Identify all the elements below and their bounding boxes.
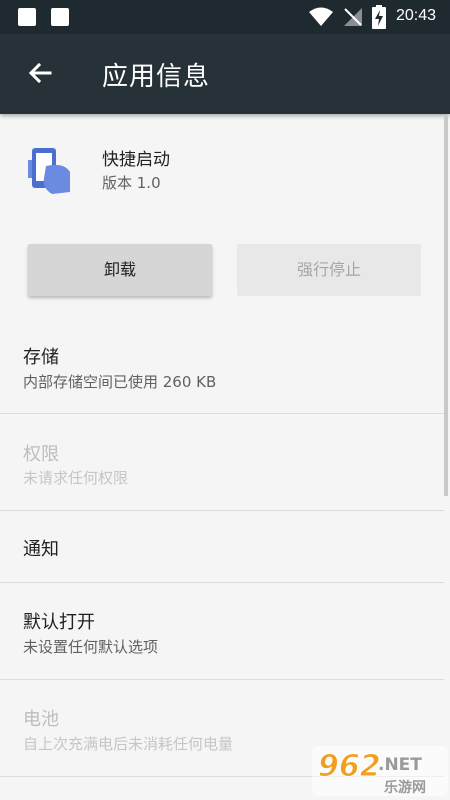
no-signal-icon	[344, 8, 362, 26]
settings-item-notifications[interactable]: 通知	[0, 511, 444, 582]
status-bar: 20:43	[0, 0, 450, 34]
app-name: 快捷启动	[102, 150, 170, 170]
notification-icon	[51, 8, 69, 26]
battery-title: 电池	[23, 709, 59, 730]
app-version: 版本 1.0	[102, 174, 161, 192]
phone-hand-icon	[28, 148, 70, 194]
battery-charging-icon	[372, 5, 386, 29]
scrollbar[interactable]	[444, 116, 448, 496]
watermark-suffix: .NET	[378, 755, 422, 775]
force-stop-button[interactable]: 强行停止	[237, 244, 421, 296]
clock: 20:43	[396, 7, 437, 24]
settings-item-permissions[interactable]: 权限 未请求任何权限	[0, 414, 444, 511]
settings-item-storage[interactable]: 存储 内部存储空间已使用 260 KB	[0, 330, 444, 414]
open-by-default-subtitle: 未设置任何默认选项	[23, 638, 159, 656]
notifications-title: 通知	[23, 539, 59, 560]
battery-subtitle: 自上次充满电后未消耗任何电量	[23, 735, 234, 753]
page-title: 应用信息	[102, 62, 211, 92]
watermark-brand: 962	[318, 749, 381, 784]
wifi-icon	[309, 7, 333, 26]
uninstall-button[interactable]: 卸载	[28, 244, 212, 296]
back-arrow-icon[interactable]	[22, 56, 58, 92]
open-by-default-title: 默认打开	[23, 612, 95, 633]
storage-subtitle: 内部存储空间已使用 260 KB	[23, 373, 217, 391]
site-watermark-logo: 962 .NET 乐游网	[312, 746, 448, 796]
permissions-title: 权限	[23, 444, 59, 465]
watermark-tagline: 乐游网	[384, 779, 426, 796]
storage-title: 存储	[23, 347, 59, 368]
settings-item-open-by-default[interactable]: 默认打开 未设置任何默认选项	[0, 583, 444, 679]
notification-icon	[18, 8, 36, 26]
app-bar: 应用信息	[0, 34, 450, 114]
permissions-subtitle: 未请求任何权限	[23, 469, 129, 487]
